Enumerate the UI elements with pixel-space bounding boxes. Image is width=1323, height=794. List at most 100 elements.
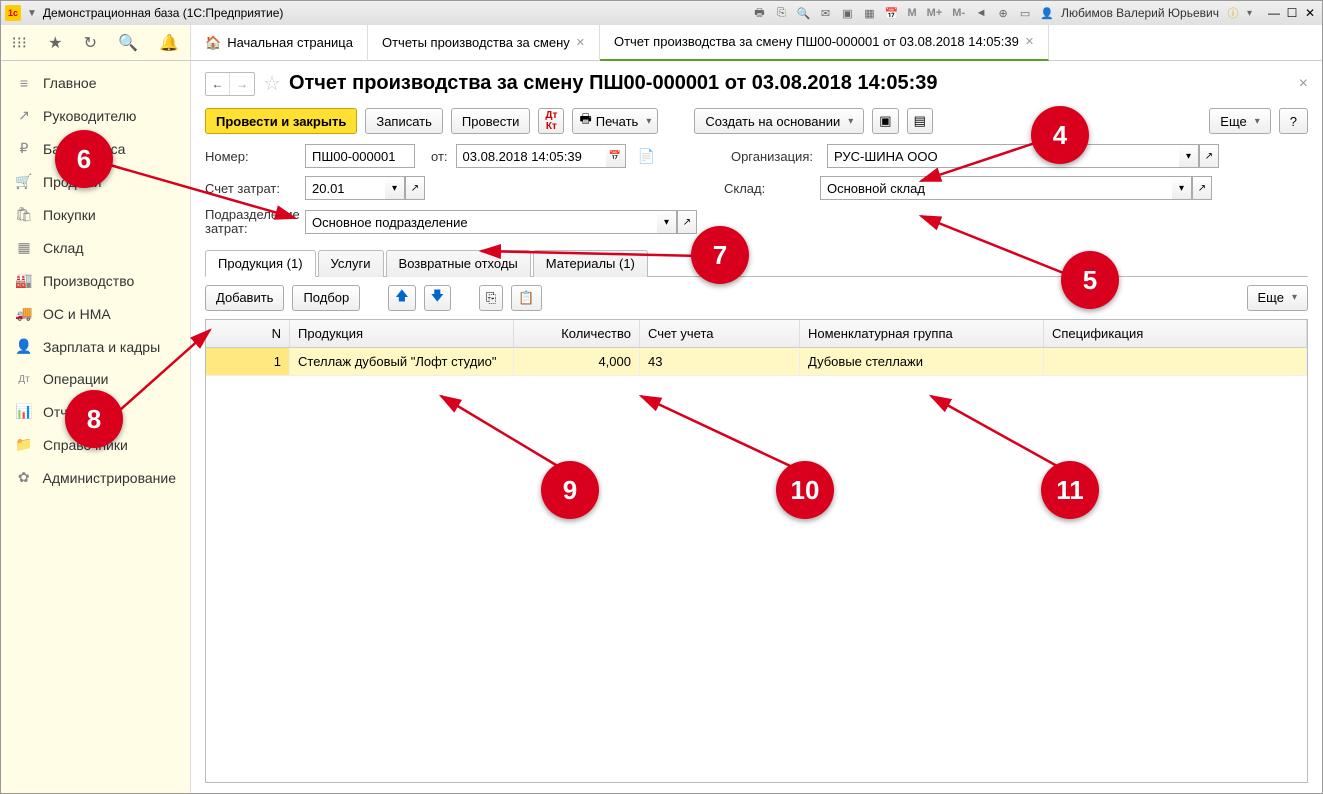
nav-main[interactable]: ≡ Главное [1,67,190,99]
tab-reports-list[interactable]: Отчеты производства за смену ✕ [368,25,600,61]
info-dd[interactable]: ▾ [1247,8,1252,19]
marker-5: 5 [1061,251,1119,309]
marker-11: 11 [1041,461,1099,519]
maximize-button[interactable]: ☐ [1284,6,1300,20]
label-acct: Счет затрат: [205,181,297,196]
calendar-icon[interactable]: 📅 [883,5,899,21]
nav-back[interactable]: ← [206,73,230,95]
back-icon[interactable]: ◄ [973,5,989,21]
nav-stock[interactable]: ▦Склад [1,231,190,264]
date-field[interactable]: 03.08.2018 14:05:39 📅 [456,144,626,168]
help-button[interactable]: ? [1279,108,1308,134]
nav-production[interactable]: 🏭Производство [1,264,190,297]
nav-purchases[interactable]: 🛍Покупки [1,198,190,231]
add-row-button[interactable]: Добавить [205,285,284,311]
create-based-button[interactable]: Создать на основании [694,108,864,134]
tab-report-doc[interactable]: Отчет производства за смену ПШ00-000001 … [600,25,1049,61]
dept-field[interactable]: Основное подразделение ▾ ↗ [305,210,697,234]
org-open[interactable]: ↗ [1199,144,1219,168]
nav-forward[interactable]: → [230,73,254,95]
user-name[interactable]: Любимов Валерий Юрьевич [1061,6,1219,20]
nav-main-label: Главное [43,75,97,91]
th-acc[interactable]: Счет учета [640,320,800,347]
mail-icon[interactable]: ✉ [817,5,833,21]
cell-qty: 4,000 [514,348,640,375]
nav-manager[interactable]: ↗Руководителю [1,99,190,132]
date-picker-button[interactable]: 📅 [606,144,626,168]
nav-hr[interactable]: 👤Зарплата и кадры [1,330,190,363]
close-button[interactable]: ✕ [1302,6,1318,20]
dept-open[interactable]: ↗ [677,210,697,234]
nav-admin[interactable]: ✿Администрирование [1,461,190,494]
bell-icon[interactable]: 🔔 [159,33,179,53]
grid-icon[interactable]: ▦ [861,5,877,21]
table-more-button[interactable]: Еще [1247,285,1308,311]
cell-spec [1044,348,1307,375]
marker-9: 9 [541,461,599,519]
th-group[interactable]: Номенклатурная группа [800,320,1044,347]
dtab-returns[interactable]: Возвратные отходы [386,250,531,277]
move-up-button[interactable]: 🡅 [388,285,415,311]
aux2-button[interactable]: ▤ [907,108,933,134]
star-icon[interactable]: ★ [48,33,62,53]
wh-dd[interactable]: ▾ [1172,176,1192,200]
window-icon[interactable]: ▭ [1017,5,1033,21]
post-button[interactable]: Провести [451,108,531,134]
acct-open[interactable]: ↗ [405,176,425,200]
wh-field[interactable]: Основной склад ▾ ↗ [820,176,1212,200]
th-product[interactable]: Продукция [290,320,514,347]
history-icon[interactable]: ↻ [84,33,97,53]
aux1-button[interactable]: ▣ [872,108,898,134]
dtkt-button[interactable]: ДтКт [538,108,564,134]
th-qty[interactable]: Количество [514,320,640,347]
cell-product: Стеллаж дубовый "Лофт студио" [290,348,514,375]
org-dd[interactable]: ▾ [1179,144,1199,168]
dtab-products[interactable]: Продукция (1) [205,250,316,277]
wh-open[interactable]: ↗ [1192,176,1212,200]
cell-acc: 43 [640,348,800,375]
tab-close-2[interactable]: ✕ [1025,35,1034,48]
tab-reports-label: Отчеты производства за смену [382,35,570,50]
dtab-materials[interactable]: Материалы (1) [533,250,648,277]
acct-field[interactable]: 20.01 ▾ ↗ [305,176,425,200]
paste-row-button[interactable]: 📋 [511,285,541,311]
post-and-close-button[interactable]: Провести и закрыть [205,108,357,134]
write-button[interactable]: Записать [365,108,443,134]
search2-icon[interactable]: 🔍 [118,33,138,53]
dtab-services[interactable]: Услуги [318,250,384,277]
mem-m[interactable]: M [905,7,918,19]
minimize-button[interactable]: — [1266,6,1282,20]
info-icon[interactable]: ⓘ [1225,5,1241,21]
menu-icon: ≡ [15,75,33,91]
zoom-icon[interactable]: ⊕ [995,5,1011,21]
number-field[interactable]: ПШ00-000001 [305,144,415,168]
pick-button[interactable]: Подбор [292,285,360,311]
more-button[interactable]: Еще [1209,108,1270,134]
print-icon[interactable]: 🖶 [751,5,767,21]
print-label: Печать [596,114,639,129]
th-spec[interactable]: Спецификация [1044,320,1307,347]
apps-icon[interactable]: ⁝⁝⁝ [12,33,27,53]
user-icon: 👤 [1039,5,1055,21]
favorite-star[interactable]: ☆ [263,71,281,96]
copy-row-button[interactable]: ⎘ [479,285,503,311]
app-menu-dd[interactable]: ▼ [27,8,37,19]
acct-dd[interactable]: ▾ [385,176,405,200]
mem-mminus[interactable]: M- [950,7,967,19]
page-close[interactable]: × [1299,75,1308,93]
print-button[interactable]: 🖶 Печать [572,108,658,134]
nav-purchases-label: Покупки [43,207,96,223]
search-icon[interactable]: 🔍 [795,5,811,21]
tab-home[interactable]: 🏠 Начальная страница [191,25,368,61]
nav-assets[interactable]: 🚚ОС и НМА [1,297,190,330]
folder-icon: 📁 [15,436,33,453]
table-row[interactable]: 1 Стеллаж дубовый "Лофт студио" 4,000 43… [206,348,1307,376]
copy-icon[interactable]: ⎘ [773,5,789,21]
tab-close-1[interactable]: ✕ [576,36,585,49]
move-down-button[interactable]: 🡇 [424,285,451,311]
mem-mplus[interactable]: M+ [925,7,945,19]
dept-dd[interactable]: ▾ [657,210,677,234]
warn-icon[interactable]: ▣ [839,5,855,21]
org-field[interactable]: РУС-ШИНА ООО ▾ ↗ [827,144,1219,168]
th-n[interactable]: N [206,320,290,347]
